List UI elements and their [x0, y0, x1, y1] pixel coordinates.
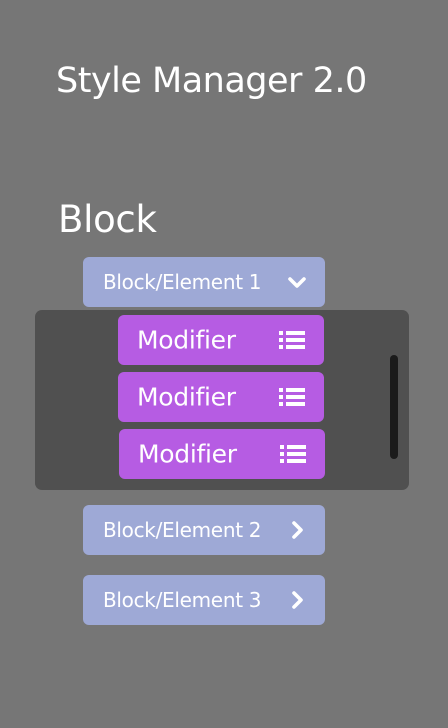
element-button-label: Block/Element 2 — [103, 518, 262, 542]
modifier-button-1[interactable]: Modifier — [118, 315, 324, 365]
modifier-label: Modifier — [137, 325, 236, 355]
modifier-button-2[interactable]: Modifier — [118, 372, 324, 422]
chevron-right-icon — [292, 591, 303, 609]
list-icon[interactable] — [280, 443, 306, 465]
panel-scrollbar[interactable] — [390, 355, 398, 459]
element-button-label: Block/Element 3 — [103, 588, 262, 612]
chevron-down-icon — [288, 277, 306, 288]
modifier-label: Modifier — [137, 382, 236, 412]
element-button-1[interactable]: Block/Element 1 — [83, 257, 325, 307]
list-icon[interactable] — [279, 329, 305, 351]
app-title: Style Manager 2.0 — [56, 61, 367, 101]
element-button-3[interactable]: Block/Element 3 — [83, 575, 325, 625]
modifier-button-3[interactable]: Modifier — [119, 429, 325, 479]
modifier-label: Modifier — [138, 439, 237, 469]
section-heading: Block — [58, 198, 157, 241]
element-button-label: Block/Element 1 — [103, 270, 262, 294]
list-icon[interactable] — [279, 386, 305, 408]
chevron-right-icon — [292, 521, 303, 539]
element-button-2[interactable]: Block/Element 2 — [83, 505, 325, 555]
